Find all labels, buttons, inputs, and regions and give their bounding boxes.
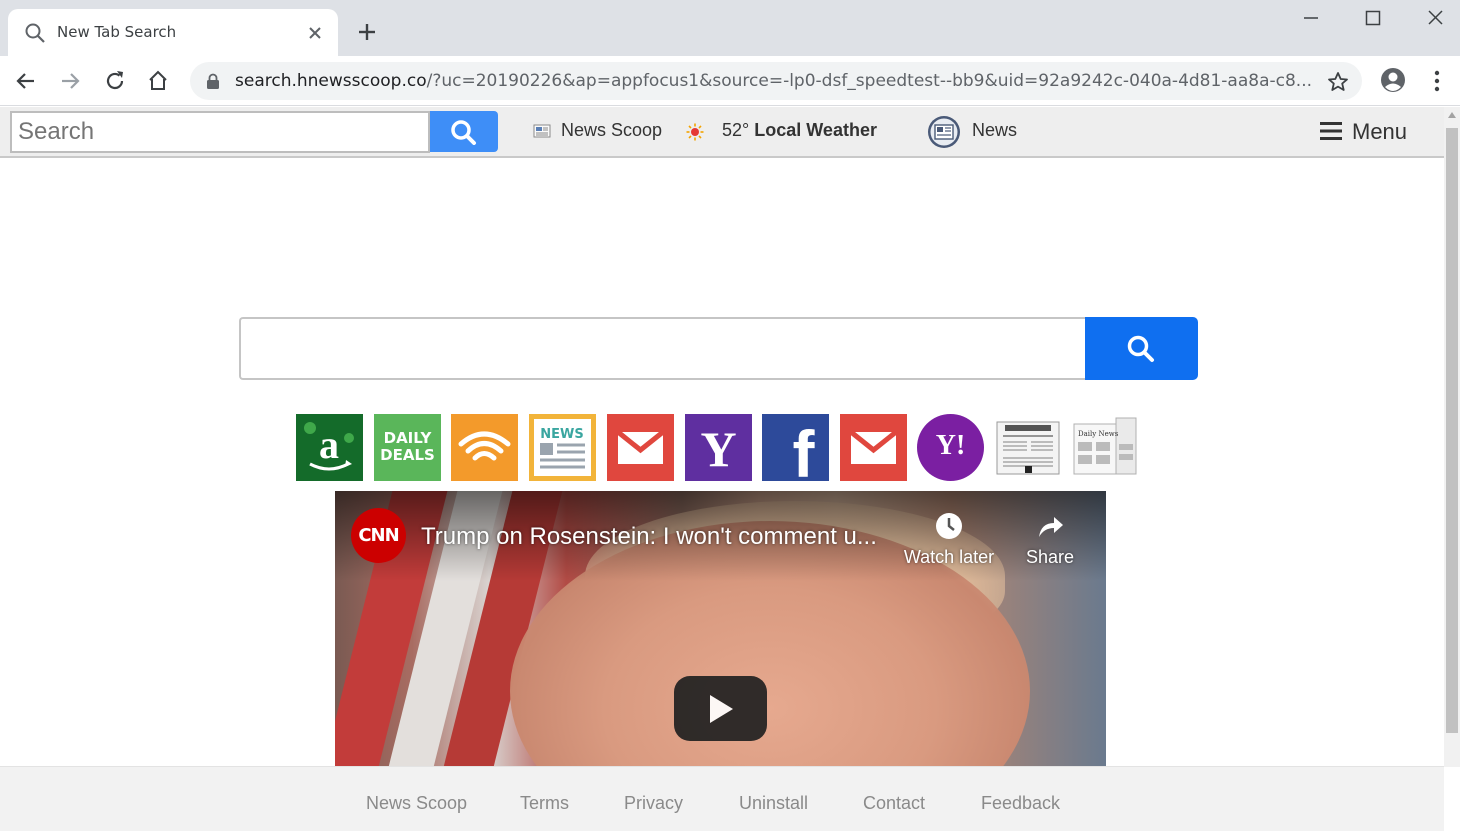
header-link-news-scoop[interactable]: News Scoop	[561, 120, 662, 141]
weather-temperature: 52°	[722, 120, 750, 140]
forward-arrow-icon[interactable]	[55, 66, 85, 96]
close-icon[interactable]	[304, 22, 326, 44]
amazon-icon: a	[296, 414, 363, 481]
news-paper-icon: NEWS	[529, 414, 596, 481]
search-icon	[451, 120, 476, 145]
footer-link-privacy[interactable]: Privacy	[624, 793, 683, 814]
footer-link-contact[interactable]: Contact	[863, 793, 925, 814]
profile-avatar-icon[interactable]	[1379, 66, 1407, 94]
hamburger-icon	[1320, 122, 1342, 140]
header-search-button[interactable]	[430, 111, 498, 152]
shortcut-news[interactable]: NEWS	[529, 414, 596, 481]
reload-icon[interactable]	[100, 66, 130, 96]
shortcut-gmail-2[interactable]	[840, 414, 907, 481]
daily-deals-label: DAILY DEALS	[380, 429, 435, 464]
header-search-input[interactable]	[10, 111, 430, 153]
shortcut-yahoo-round[interactable]: Y!	[917, 414, 984, 481]
home-icon[interactable]	[143, 66, 173, 96]
minimize-icon[interactable]	[1296, 6, 1326, 32]
url-path: /?uc=20190226&ap=appfocus1&source=-lp0-d…	[426, 71, 1313, 91]
search-icon	[25, 23, 45, 43]
lock-icon[interactable]	[206, 73, 220, 89]
shortcut-audible[interactable]	[451, 414, 518, 481]
header-link-news[interactable]: News	[972, 120, 1017, 141]
svg-text:Daily News: Daily News	[1078, 430, 1119, 438]
newspaper-icon: Daily News	[1073, 417, 1137, 475]
mail-icon	[840, 414, 907, 481]
newspaper-icon	[533, 124, 551, 138]
channel-label: CNN	[358, 525, 399, 546]
share-label: Share	[1025, 547, 1075, 567]
maximize-icon[interactable]	[1358, 6, 1388, 32]
watch-later-label: Watch later	[903, 547, 995, 567]
menu-label: Menu	[1352, 119, 1408, 144]
play-icon	[710, 695, 733, 723]
bookmark-star-icon[interactable]	[1326, 70, 1350, 94]
footer-link-terms[interactable]: Terms	[520, 793, 569, 814]
shortcut-facebook[interactable]: f	[762, 414, 829, 481]
clock-icon	[936, 513, 962, 539]
audible-icon	[451, 414, 518, 481]
browser-toolbar: search.hnewsscoop.co/?uc=20190226&ap=app…	[0, 56, 1460, 106]
browser-tabstrip: New Tab Search	[0, 0, 1460, 56]
news-app-icon	[928, 116, 960, 148]
site-header: News Scoop 52° Local Weather News Menu	[0, 107, 1444, 158]
new-tab-icon[interactable]	[354, 19, 380, 45]
shortcut-daily-deals[interactable]: DAILY DEALS	[374, 414, 441, 481]
yahoo-label: Y	[700, 421, 737, 477]
tab-title: New Tab Search	[57, 23, 177, 41]
video-title[interactable]: Trump on Rosenstein: I won't comment u..…	[421, 523, 877, 551]
sun-icon	[686, 123, 704, 141]
scroll-up-arrow-icon[interactable]	[1448, 112, 1456, 118]
footer: News Scoop Terms Privacy Uninstall Conta…	[0, 766, 1444, 831]
footer-link-news-scoop[interactable]: News Scoop	[366, 793, 467, 814]
facebook-label: f	[792, 417, 815, 481]
main-search-button[interactable]	[1085, 317, 1198, 380]
main-search-input[interactable]	[239, 317, 1086, 380]
shortcut-daily-news-2[interactable]: Daily News	[1072, 414, 1139, 481]
more-menu-icon[interactable]	[1428, 68, 1446, 94]
shortcut-yahoo[interactable]: Y	[685, 414, 752, 481]
shortcut-amazon[interactable]: a	[296, 414, 363, 481]
newspaper-icon	[996, 421, 1060, 475]
browser-tab[interactable]: New Tab Search	[8, 9, 338, 56]
weather-label: Local Weather	[754, 120, 877, 140]
yahoo-round-label: Y!	[935, 430, 966, 461]
share-arrow-icon	[1039, 517, 1063, 537]
svg-text:a: a	[319, 422, 339, 467]
window-close-icon[interactable]	[1421, 6, 1451, 32]
play-button[interactable]	[674, 676, 767, 741]
channel-avatar[interactable]: CNN	[351, 508, 406, 563]
shortcut-gmail[interactable]	[607, 414, 674, 481]
back-arrow-icon[interactable]	[11, 66, 41, 96]
watch-later-button[interactable]: Watch later	[894, 511, 1004, 568]
shortcut-daily-news-1[interactable]	[995, 414, 1062, 481]
search-icon	[1127, 335, 1154, 362]
scrollbar-thumb[interactable]	[1446, 128, 1458, 733]
footer-link-uninstall[interactable]: Uninstall	[739, 793, 808, 814]
video-player[interactable]: CNN Trump on Rosenstein: I won't comment…	[335, 491, 1106, 766]
url-text[interactable]: search.hnewsscoop.co/?uc=20190226&ap=app…	[235, 71, 1312, 91]
address-bar[interactable]: search.hnewsscoop.co/?uc=20190226&ap=app…	[190, 62, 1362, 100]
mail-icon	[607, 414, 674, 481]
share-button[interactable]: Share	[995, 511, 1105, 568]
svg-text:NEWS: NEWS	[540, 427, 583, 442]
url-host: search.hnewsscoop.co	[235, 71, 427, 91]
header-link-weather[interactable]: 52° Local Weather	[722, 120, 877, 141]
footer-link-feedback[interactable]: Feedback	[981, 793, 1060, 814]
